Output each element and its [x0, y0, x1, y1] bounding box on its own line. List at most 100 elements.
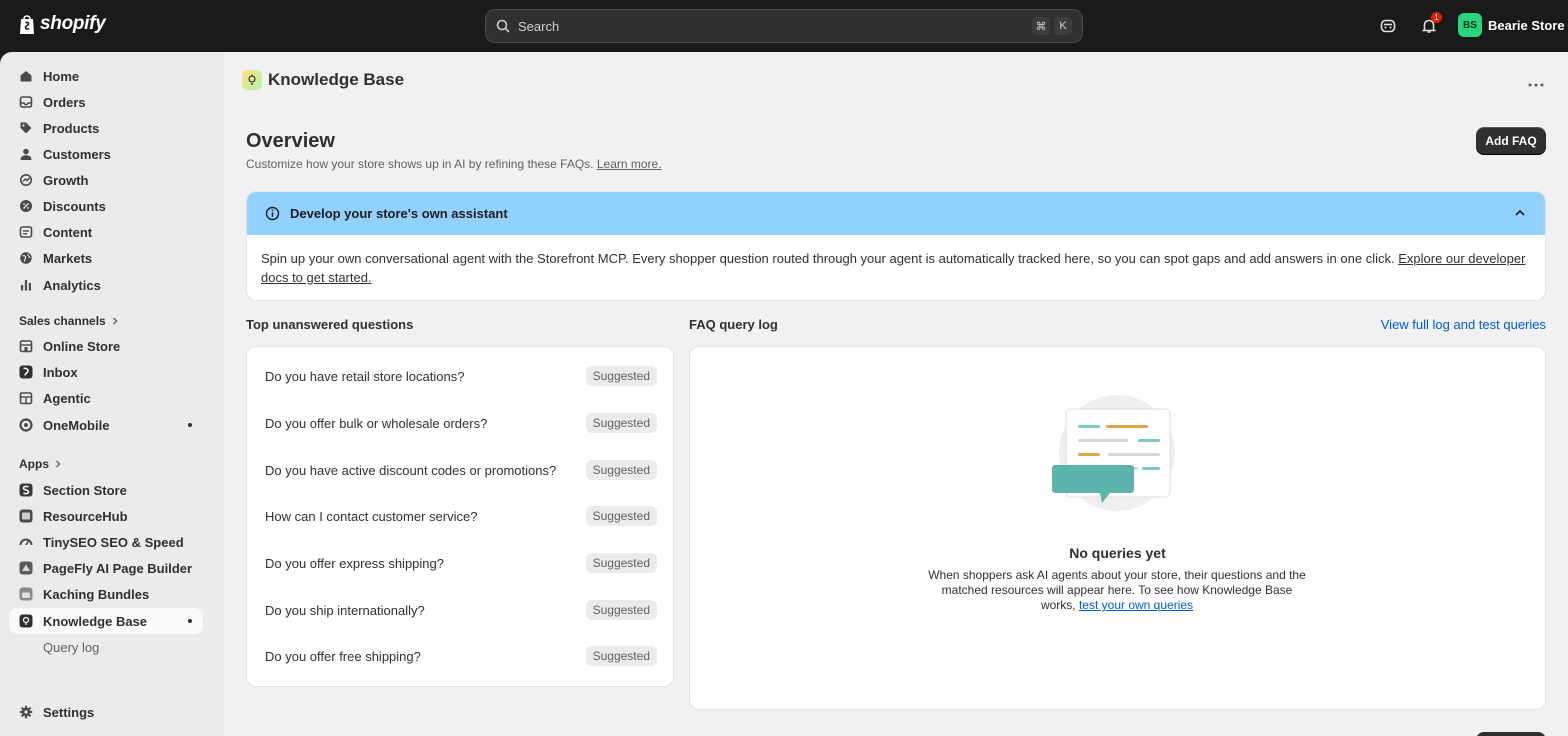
- banner-header[interactable]: Develop your store's own assistant: [247, 192, 1545, 235]
- test-queries-link[interactable]: test your own queries: [1079, 598, 1193, 612]
- pagefly-icon: [19, 561, 33, 575]
- sidebar-item-orders[interactable]: Orders: [9, 89, 203, 115]
- info-icon: [265, 206, 280, 221]
- sidebar-item-label: Online Store: [43, 338, 121, 354]
- banner-body: Spin up your own conversational agent wi…: [247, 235, 1545, 287]
- inbox-app-icon: [19, 365, 33, 379]
- search-bar[interactable]: Search ⌘ K: [485, 9, 1083, 43]
- section-store-icon: [19, 483, 33, 497]
- sidebar-item-customers[interactable]: Customers: [9, 141, 203, 167]
- sidebar-item-discounts[interactable]: Discounts: [9, 193, 203, 219]
- store-menu[interactable]: BS Bearie Store: [1458, 13, 1565, 37]
- list-item[interactable]: Do you offer bulk or wholesale orders? S…: [265, 413, 657, 433]
- more-actions-button[interactable]: [1528, 74, 1544, 92]
- store-name: Bearie Store: [1488, 17, 1565, 33]
- sidebar-item-analytics[interactable]: Analytics: [9, 272, 203, 298]
- apps-label: Apps: [19, 457, 49, 471]
- learn-more-link[interactable]: Learn more.: [597, 157, 662, 171]
- sidebar-item-inbox[interactable]: Inbox: [9, 359, 203, 385]
- unread-dot: [188, 423, 192, 427]
- sidebar-item-label: TinySEO SEO & Speed: [43, 534, 184, 550]
- search-icon: [496, 19, 510, 33]
- sidebar-item-label: Analytics: [43, 277, 101, 293]
- question-text: Do you have active discount codes or pro…: [265, 462, 557, 478]
- top-questions-title: Top unanswered questions: [246, 317, 414, 332]
- gear-icon: [19, 705, 33, 719]
- sidebar-item-pagefly[interactable]: PageFly AI Page Builder: [9, 555, 203, 581]
- list-item[interactable]: Do you offer express shipping? Suggested: [265, 553, 657, 573]
- faq-query-log-title: FAQ query log: [689, 317, 778, 332]
- chevron-right-icon: [56, 460, 61, 468]
- shopify-logo[interactable]: shopify: [18, 13, 106, 35]
- question-text: Do you offer bulk or wholesale orders?: [265, 415, 488, 431]
- sidebar-item-label: Customers: [43, 146, 111, 162]
- sidebar-item-label: Content: [43, 224, 93, 240]
- sidebar-item-resourcehub[interactable]: ResourceHub: [9, 503, 203, 529]
- sidebar-item-home[interactable]: Home: [9, 63, 203, 89]
- shopify-bag-icon: [20, 15, 34, 34]
- empty-state-illustration: [1052, 395, 1175, 511]
- status-badge: Suggested: [585, 413, 657, 433]
- unread-dot: [188, 619, 192, 623]
- sidebar-item-content[interactable]: Content: [9, 219, 203, 245]
- sidebar-item-label: Section Store: [43, 482, 127, 498]
- onemobile-icon: [19, 418, 33, 432]
- question-text: How can I contact customer service?: [265, 508, 478, 524]
- sidebar-item-section-store[interactable]: Section Store: [9, 477, 203, 503]
- status-badge: Suggested: [585, 553, 657, 573]
- shortcut-cmd-key: ⌘: [1032, 17, 1050, 35]
- banner-title: Develop your store's own assistant: [290, 206, 508, 221]
- sidebar-item-agentic[interactable]: Agentic: [9, 385, 203, 411]
- growth-icon: [19, 173, 33, 187]
- sidebar-item-kaching-bundles[interactable]: Kaching Bundles: [9, 581, 203, 607]
- list-item[interactable]: Do you have active discount codes or pro…: [265, 460, 657, 480]
- sidebar-item-growth[interactable]: Growth: [9, 167, 203, 193]
- chevron-up-icon[interactable]: [1513, 206, 1527, 220]
- status-badge: Suggested: [585, 460, 657, 480]
- ellipsis-icon: [1528, 83, 1544, 87]
- bottom-button-partial[interactable]: [1476, 732, 1546, 736]
- view-full-log-link[interactable]: View full log and test queries: [1381, 317, 1546, 332]
- sales-channels-header[interactable]: Sales channels: [19, 314, 120, 328]
- status-badge: Suggested: [585, 506, 657, 526]
- sidebar-item-label: Discounts: [43, 198, 106, 214]
- list-item[interactable]: How can I contact customer service? Sugg…: [265, 506, 657, 526]
- sidebar-item-label: Settings: [43, 704, 95, 720]
- inbox-tray-icon: [19, 95, 33, 109]
- knowledge-base-icon: [19, 614, 33, 628]
- sidebar-item-knowledge-base[interactable]: Knowledge Base: [9, 608, 203, 634]
- overview-title: Overview: [246, 130, 335, 152]
- apps-header[interactable]: Apps: [19, 457, 63, 471]
- top-bar: shopify Search ⌘ K 1 BS Bearie Store: [0, 0, 1568, 52]
- avatar: BS: [1458, 13, 1482, 37]
- home-icon: [19, 69, 33, 83]
- content-icon: [19, 225, 33, 239]
- list-item[interactable]: Do you have retail store locations? Sugg…: [265, 366, 657, 386]
- sidebar-item-products[interactable]: Products: [9, 115, 203, 141]
- notification-badge: 1: [1431, 12, 1442, 23]
- discount-icon: [19, 199, 33, 213]
- sidebar-subitem-query-log[interactable]: Query log: [43, 640, 99, 655]
- knowledge-base-app-icon: [242, 70, 262, 90]
- logo-text: shopify: [40, 13, 106, 34]
- sidebar-item-onemobile[interactable]: OneMobile: [9, 412, 203, 438]
- storefront-icon: [19, 339, 33, 353]
- sidebar-item-label: Growth: [43, 172, 89, 188]
- overview-subtitle-text: Customize how your store shows up in AI …: [246, 157, 594, 171]
- sidebar-item-label: PageFly AI Page Builder: [43, 560, 193, 576]
- sidebar-item-settings[interactable]: Settings: [9, 699, 203, 725]
- sidebar-item-markets[interactable]: Markets: [9, 245, 203, 271]
- list-item[interactable]: Do you offer free shipping? Suggested: [265, 646, 657, 666]
- status-badge: Suggested: [585, 600, 657, 620]
- sidebar-item-tinyseo[interactable]: TinySEO SEO & Speed: [9, 529, 203, 555]
- question-text: Do you have retail store locations?: [265, 368, 465, 384]
- list-item[interactable]: Do you ship internationally? Suggested: [265, 600, 657, 620]
- add-faq-button[interactable]: Add FAQ: [1476, 127, 1546, 155]
- sidebar-item-online-store[interactable]: Online Store: [9, 333, 203, 359]
- sidebar-item-label: Agentic: [43, 390, 91, 406]
- notifications-button[interactable]: 1: [1418, 12, 1442, 37]
- empty-state-description: When shoppers ask AI agents about your s…: [927, 568, 1307, 613]
- sidekick-button[interactable]: [1377, 15, 1399, 37]
- banner-body-text: Spin up your own conversational agent wi…: [261, 251, 1395, 266]
- resourcehub-icon: [19, 509, 33, 523]
